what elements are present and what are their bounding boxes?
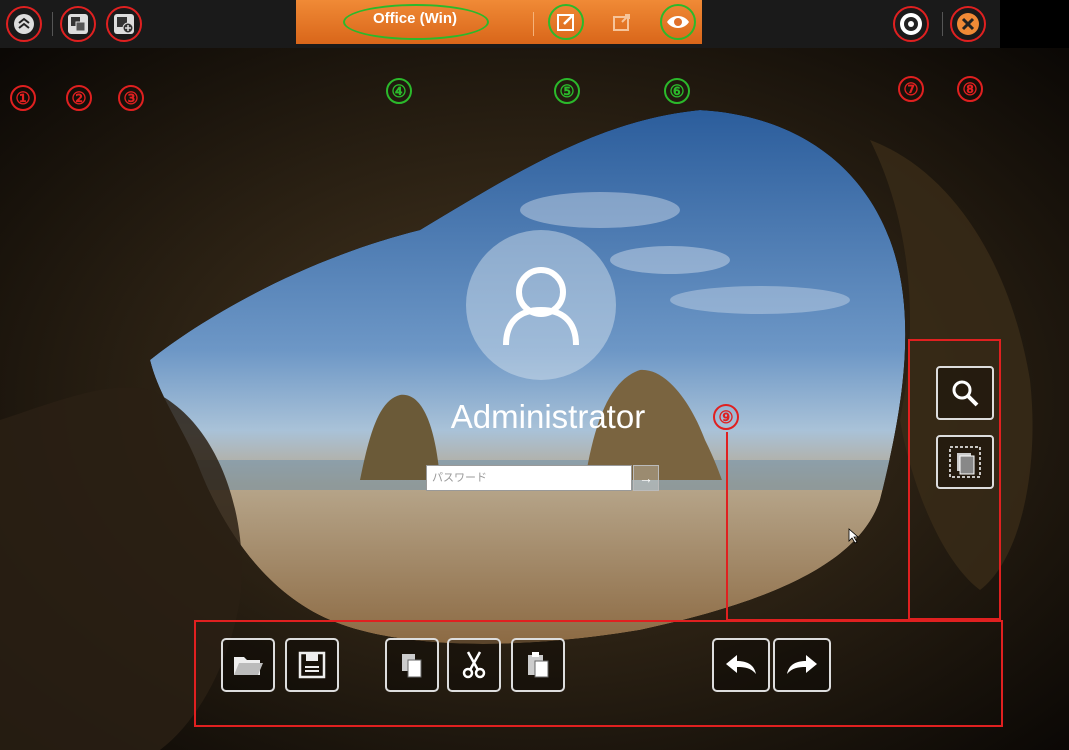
callout-9-leader-link — [726, 619, 910, 621]
select-area-icon — [949, 446, 981, 478]
paste-icon — [528, 652, 549, 678]
user-icon — [503, 267, 579, 346]
title-divider — [533, 12, 534, 36]
share-button[interactable] — [606, 6, 638, 38]
callout-number-7: ⑦ — [898, 76, 924, 102]
callout-number-4: ④ — [386, 78, 412, 104]
redo-button[interactable] — [773, 638, 831, 692]
callout-number-8: ⑧ — [957, 76, 983, 102]
callout-number-6: ⑥ — [664, 78, 690, 104]
copy-icon — [402, 654, 422, 678]
login-submit-button[interactable]: → — [633, 465, 659, 491]
open-folder-button[interactable] — [221, 638, 275, 692]
callout-ring-3 — [106, 6, 142, 42]
callout-ring-2 — [60, 6, 96, 42]
zoom-icon — [952, 380, 979, 407]
login-username: Administrator — [450, 398, 646, 435]
cut-button[interactable] — [447, 638, 501, 692]
password-input[interactable]: パスワード — [426, 465, 632, 491]
callout-ring-6 — [660, 4, 696, 40]
callout-ring-7 — [893, 6, 929, 42]
callout-number-3: ③ — [118, 85, 144, 111]
callout-ring-1 — [6, 6, 42, 42]
redo-icon — [787, 655, 817, 674]
undo-icon — [726, 655, 756, 674]
paste-button[interactable] — [511, 638, 565, 692]
callout-number-2: ② — [66, 85, 92, 111]
open-folder-icon — [234, 657, 263, 675]
callout-9-leader-line — [726, 432, 728, 620]
user-avatar — [466, 230, 616, 380]
callout-ring-4 — [343, 4, 489, 40]
mouse-cursor-icon — [848, 528, 860, 544]
callout-ring-5 — [548, 4, 584, 40]
cut-icon — [462, 651, 486, 679]
callout-number-9: ⑨ — [713, 404, 739, 430]
zoom-button[interactable] — [936, 366, 994, 420]
save-icon — [298, 651, 326, 679]
callout-ring-8 — [950, 6, 986, 42]
save-button[interactable] — [285, 638, 339, 692]
share-icon — [613, 14, 630, 31]
callout-number-5: ⑤ — [554, 78, 580, 104]
toolbar-divider-right — [942, 12, 943, 36]
callout-number-1: ① — [10, 85, 36, 111]
copy-button[interactable] — [385, 638, 439, 692]
select-area-button[interactable] — [936, 435, 994, 489]
toolbar-divider — [52, 12, 53, 36]
undo-button[interactable] — [712, 638, 770, 692]
